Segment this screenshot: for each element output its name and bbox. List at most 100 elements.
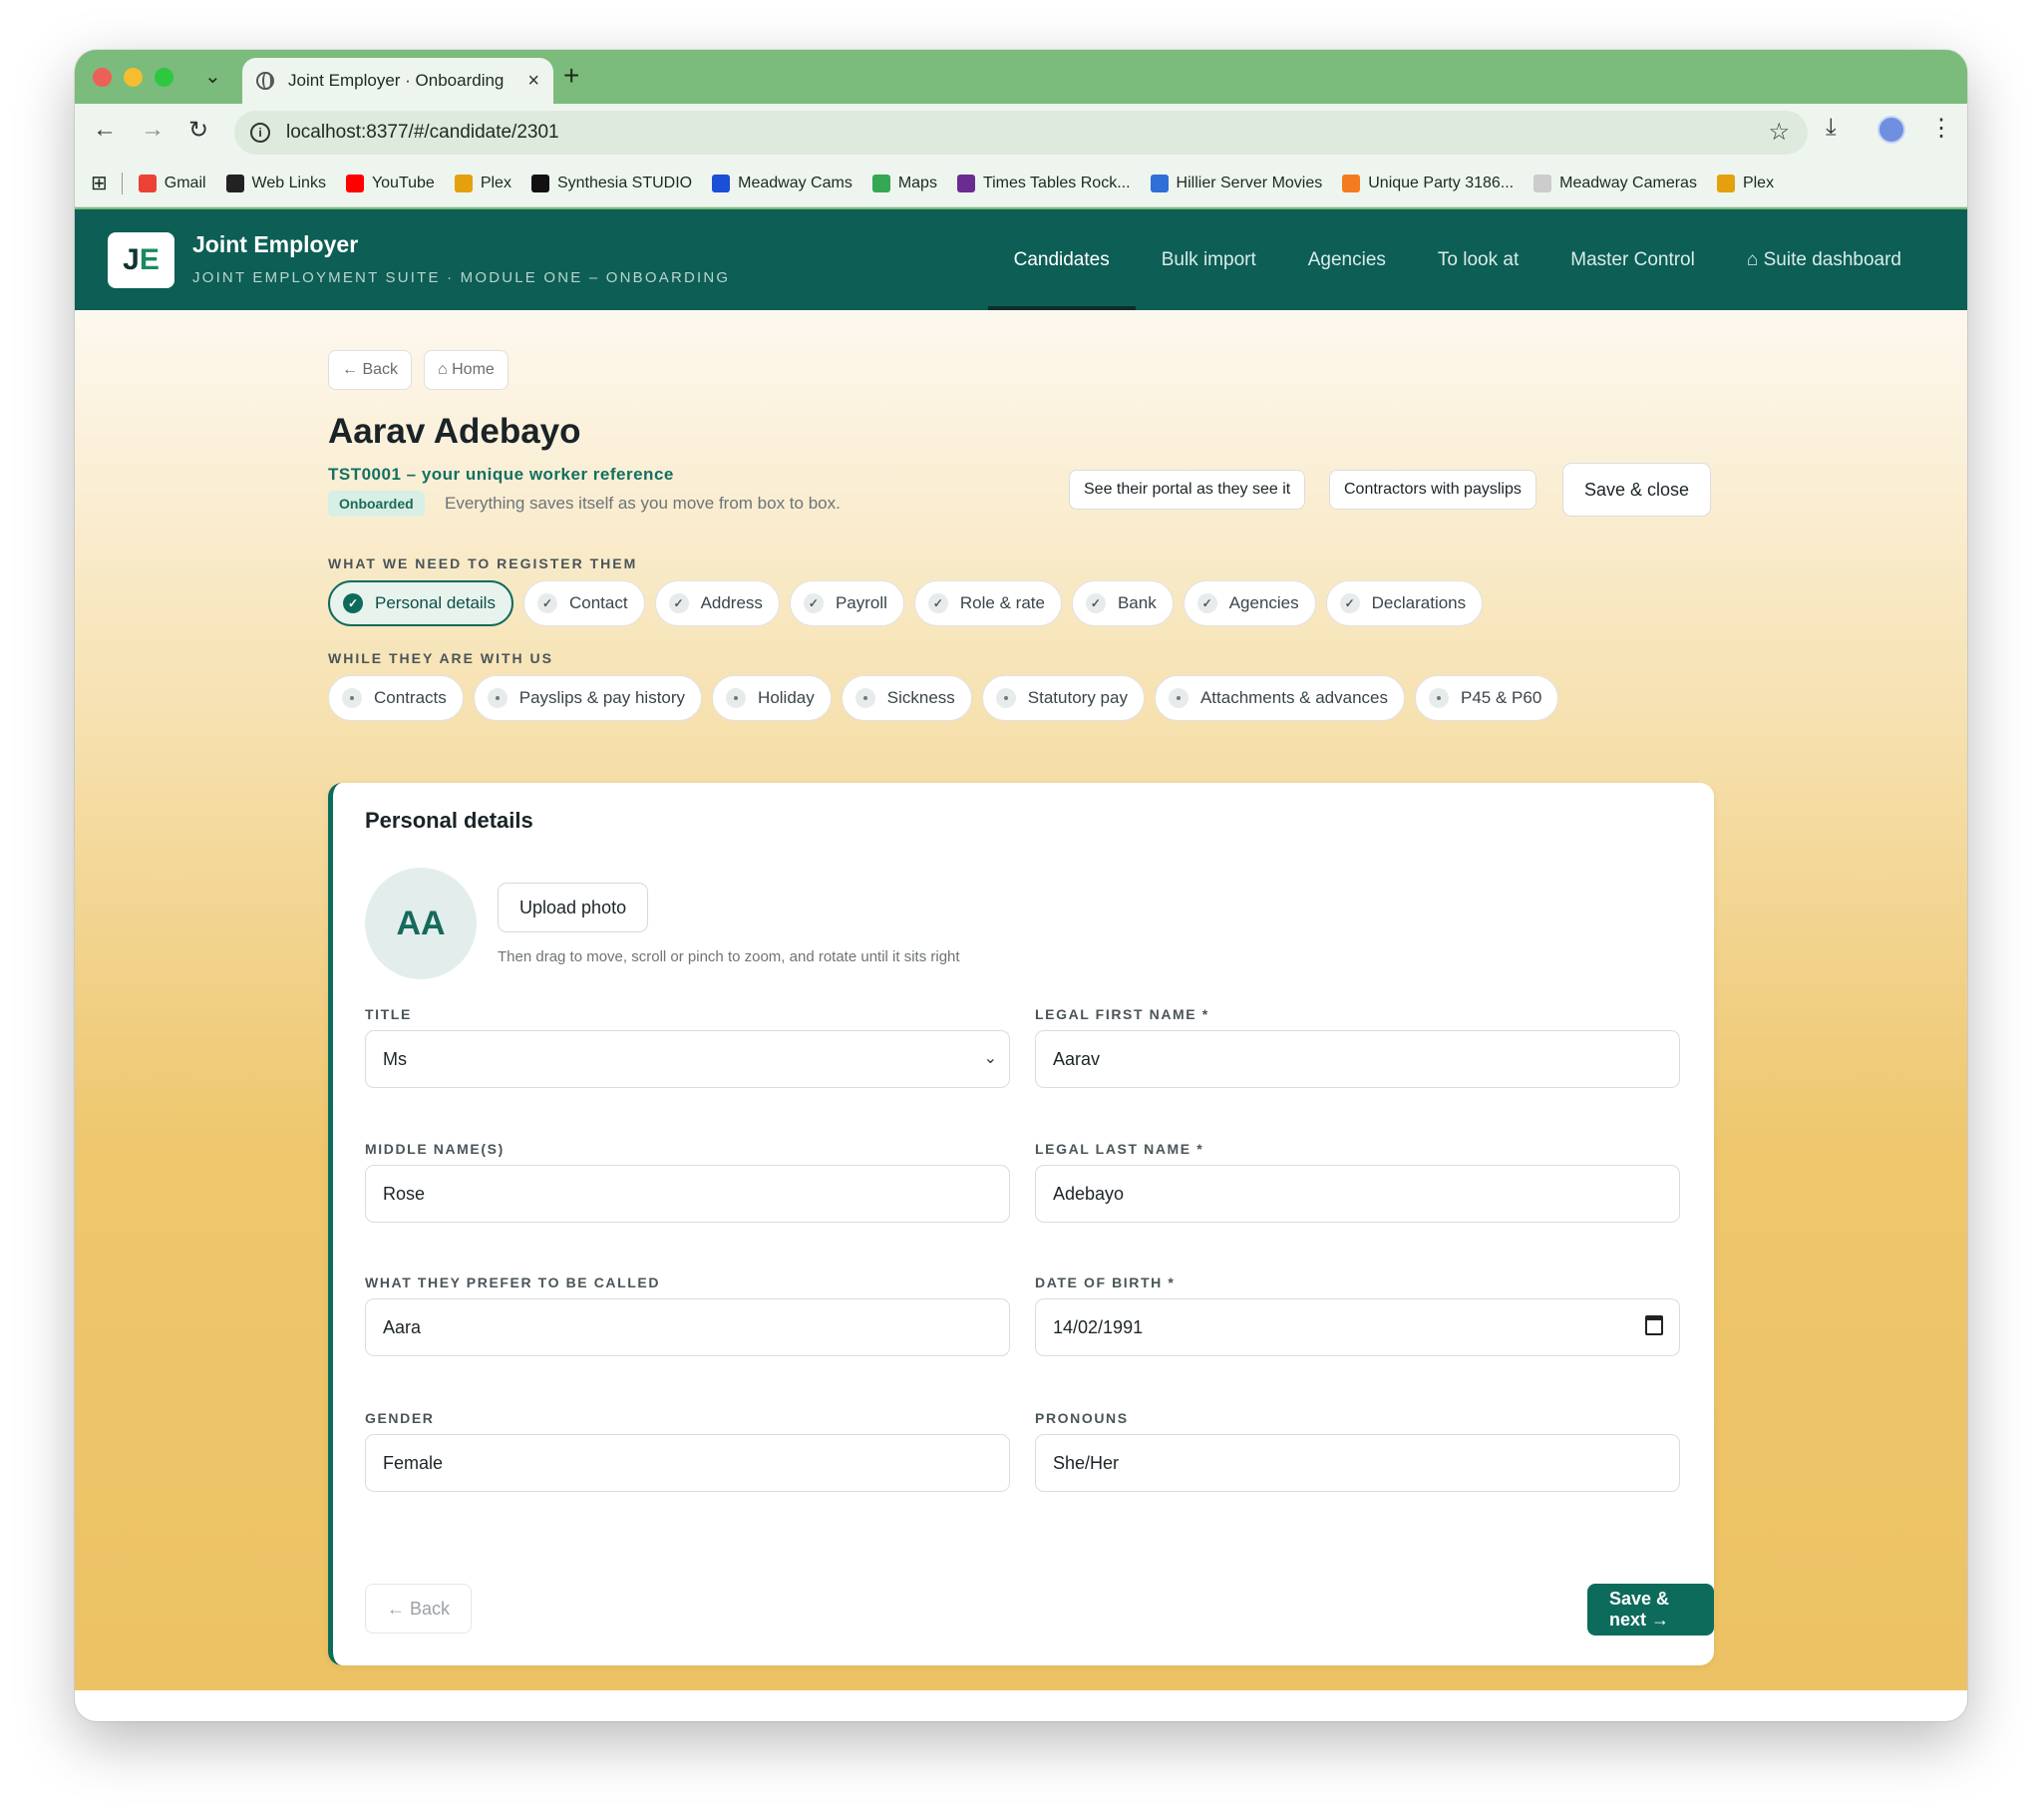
step-attachments-advances[interactable]: Attachments & advances <box>1154 675 1405 721</box>
bookmark-meadway-cams[interactable]: Meadway Cams <box>712 174 852 192</box>
step-label: Bank <box>1117 593 1157 612</box>
step-bank[interactable]: ✓ Bank <box>1071 580 1174 626</box>
bookmark-favicon-icon <box>712 174 731 192</box>
bookmark-favicon-icon <box>454 174 473 192</box>
gender-field[interactable]: Female <box>365 1434 1010 1492</box>
close-tab-icon[interactable]: × <box>527 70 539 93</box>
check-icon: ✓ <box>668 593 689 613</box>
step-label: Declarations <box>1371 593 1467 612</box>
step-personal-details[interactable]: ✓ Personal details <box>328 580 513 626</box>
page-content: ← Back ⌂ Home Aarav Adebayo TST0001 – yo… <box>75 310 1967 1721</box>
back-arrow-icon[interactable]: ← <box>93 116 117 144</box>
nav-master-control[interactable]: Master Control <box>1544 209 1721 310</box>
back-button[interactable]: ← Back <box>328 350 413 390</box>
zoom-window-button[interactable] <box>155 68 173 87</box>
step-contact[interactable]: ✓ Contact <box>522 580 645 626</box>
tab-search-icon[interactable]: ⌄ <box>204 64 221 89</box>
step-payslips-pay-history[interactable]: Payslips & pay history <box>473 675 703 721</box>
apps-grid-icon[interactable]: ⊞ <box>91 171 108 195</box>
step-label: P45 & P60 <box>1461 688 1542 707</box>
bookmark-meadway-cameras[interactable]: Meadway Cameras <box>1533 174 1697 192</box>
step-agencies[interactable]: ✓ Agencies <box>1183 580 1316 626</box>
contractors-payslips-button[interactable]: Contractors with payslips <box>1329 470 1536 510</box>
forward-arrow-icon[interactable]: → <box>141 116 165 144</box>
bookmark-plex[interactable]: Plex <box>454 174 511 192</box>
nav-suite-dashboard[interactable]: ⌂ Suite dashboard <box>1721 209 1927 310</box>
middle-name-field[interactable]: Rose <box>365 1165 1010 1223</box>
check-icon: ✓ <box>1339 593 1360 613</box>
bookmarks-bar: ⊞ Gmail Web Links YouTube Plex Synthesia STU… <box>75 160 1967 207</box>
bookmark-gmail[interactable]: Gmail <box>138 174 206 192</box>
form-back-button[interactable]: ← Back <box>365 1584 473 1634</box>
bookmark-label: Plex <box>1742 174 1775 191</box>
dob-value: 14/02/1991 <box>1053 1316 1144 1337</box>
step-sickness[interactable]: Sickness <box>841 675 972 721</box>
step-label: Holiday <box>758 688 815 707</box>
upload-photo-button[interactable]: Upload photo <box>498 883 649 932</box>
step-label: Contracts <box>374 688 447 707</box>
preferred-name-field[interactable]: Aara <box>365 1298 1010 1356</box>
bookmark-web-links[interactable]: Web Links <box>225 174 326 192</box>
download-icon[interactable]: ⤓ <box>1826 114 1837 142</box>
minimize-window-button[interactable] <box>124 68 143 87</box>
bookmark-label: Synthesia STUDIO <box>556 174 693 191</box>
last-name-field[interactable]: Adebayo <box>1035 1165 1680 1223</box>
step-label: Role & rate <box>959 593 1045 612</box>
dob-field[interactable]: 14/02/1991 <box>1035 1298 1680 1356</box>
reload-icon[interactable]: ↻ <box>188 116 208 145</box>
step-contracts[interactable]: Contracts <box>328 675 464 721</box>
calendar-icon[interactable] <box>1645 1315 1663 1335</box>
save-next-button[interactable]: Save & next → <box>1587 1584 1714 1636</box>
save-close-button[interactable]: Save & close <box>1562 463 1712 517</box>
close-window-button[interactable] <box>93 68 112 87</box>
step-role-rate[interactable]: ✓ Role & rate <box>913 580 1062 626</box>
pronouns-label: PRONOUNS <box>1035 1410 1129 1426</box>
bookmark-favicon-icon <box>530 174 549 192</box>
step-declarations[interactable]: ✓ Declarations <box>1325 580 1484 626</box>
bookmark-maps[interactable]: Maps <box>871 174 937 192</box>
bookmark-hillier-server-movies[interactable]: Hillier Server Movies <box>1150 174 1323 192</box>
url-text: localhost:8377/#/candidate/2301 <box>286 122 559 143</box>
address-bar[interactable]: i localhost:8377/#/candidate/2301 ☆ <box>234 111 1808 155</box>
bookmark-youtube[interactable]: YouTube <box>345 174 435 192</box>
step-holiday[interactable]: Holiday <box>712 675 832 721</box>
portal-view-button[interactable]: See their portal as they see it <box>1069 470 1306 510</box>
worker-reference: TST0001 – your unique worker reference <box>328 465 674 484</box>
pronouns-field[interactable]: She/Her <box>1035 1434 1680 1492</box>
step-payroll[interactable]: ✓ Payroll <box>789 580 904 626</box>
title-select[interactable]: Ms ⌄ <box>365 1030 1010 1088</box>
bookmark-plex[interactable]: Plex <box>1716 174 1775 192</box>
bookmark-label: Times Tables Rock... <box>982 174 1131 191</box>
bookmark-unique-party-3186[interactable]: Unique Party 3186... <box>1342 174 1514 192</box>
nav-agencies[interactable]: Agencies <box>1282 209 1412 310</box>
browser-tab[interactable]: Joint Employer · Onboarding × <box>242 58 553 104</box>
bookmark-synthesia-studio[interactable]: Synthesia STUDIO <box>530 174 693 192</box>
bookmark-label: Meadway Cams <box>738 174 852 191</box>
new-tab-button[interactable]: + <box>563 60 579 92</box>
app-logo[interactable]: JE <box>108 232 174 288</box>
profile-avatar[interactable] <box>1877 116 1905 144</box>
browser-menu-icon[interactable]: ⋮ <box>1929 114 1953 143</box>
step-p45-p60[interactable]: P45 & P60 <box>1415 675 1559 721</box>
nav-bulk-import[interactable]: Bulk import <box>1136 209 1282 310</box>
with-us-section-label: WHILE THEY ARE WITH US <box>328 650 553 666</box>
bookmark-label: YouTube <box>371 174 435 191</box>
step-address[interactable]: ✓ Address <box>654 580 780 626</box>
bookmark-star-icon[interactable]: ☆ <box>1768 118 1790 147</box>
window-controls <box>93 68 173 87</box>
chevron-down-icon: ⌄ <box>983 1050 997 1067</box>
autosave-note: Everything saves itself as you move from… <box>445 494 841 513</box>
check-icon: ✓ <box>803 593 824 613</box>
bookmark-times-tables-rock[interactable]: Times Tables Rock... <box>956 174 1131 192</box>
step-statutory-pay[interactable]: Statutory pay <box>981 675 1145 721</box>
site-info-icon[interactable]: i <box>250 123 270 143</box>
first-name-field[interactable]: Aarav <box>1035 1030 1680 1088</box>
nav-candidates[interactable]: Candidates <box>987 209 1136 310</box>
bookmark-label: Gmail <box>164 174 206 191</box>
home-button[interactable]: ⌂ Home <box>424 350 509 390</box>
bookmark-label: Hillier Server Movies <box>1176 174 1323 191</box>
title-label: TITLE <box>365 1006 412 1022</box>
step-label: Payroll <box>835 593 887 612</box>
check-icon: ✓ <box>343 593 363 613</box>
nav-to-look-at[interactable]: To look at <box>1412 209 1544 310</box>
